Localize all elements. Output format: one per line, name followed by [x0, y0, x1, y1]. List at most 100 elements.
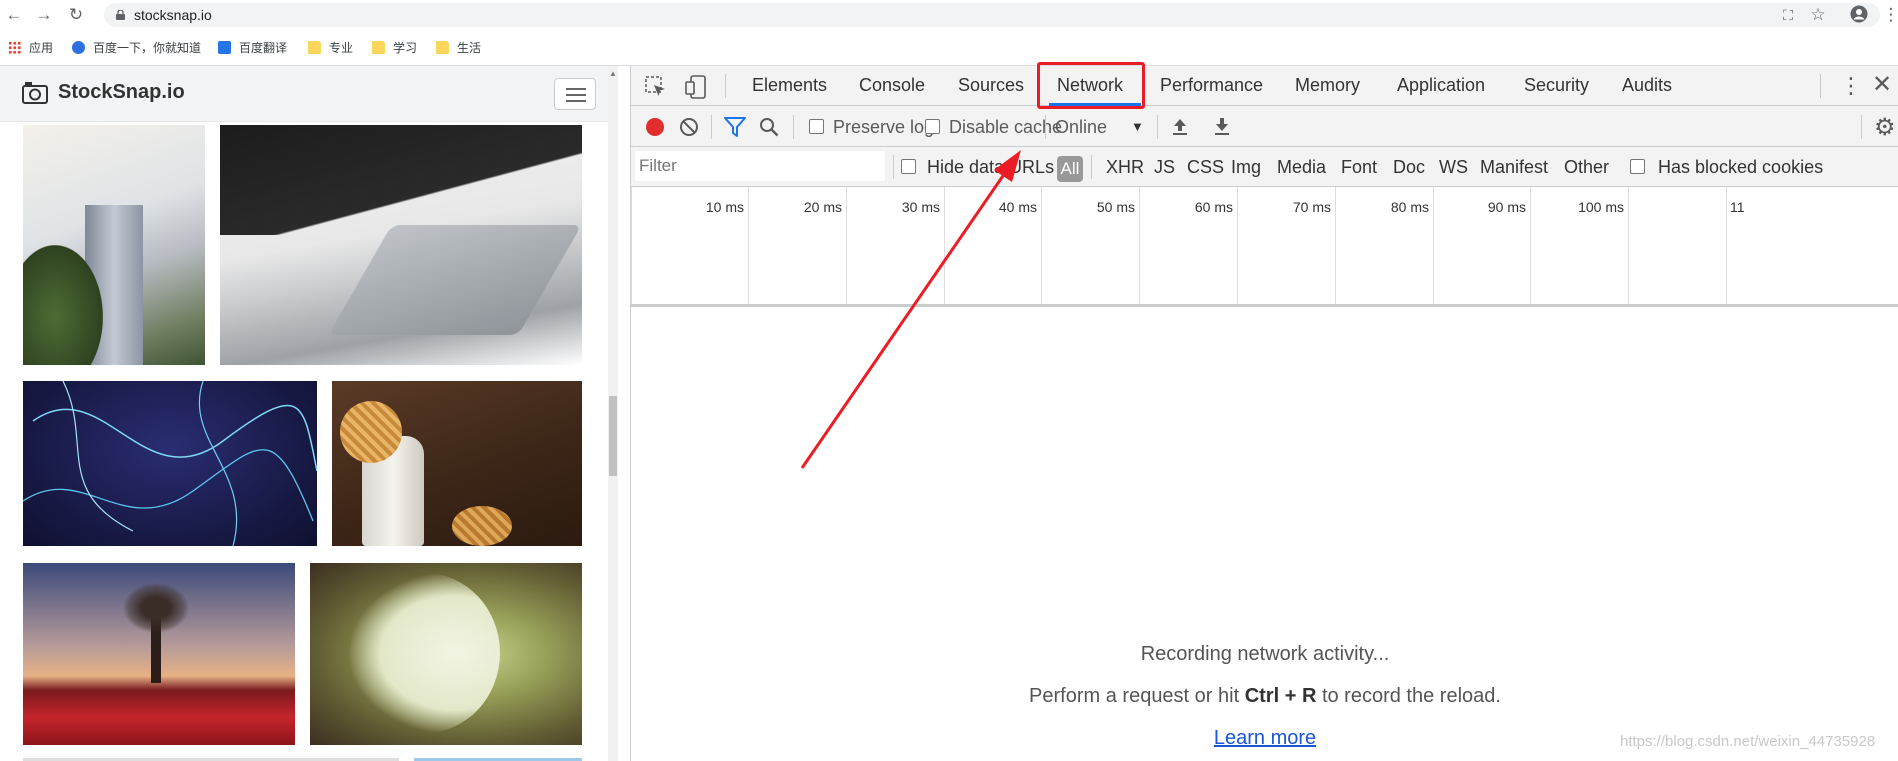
clear-icon[interactable]: [679, 117, 699, 137]
record-icon[interactable]: [646, 118, 664, 136]
tab-sources[interactable]: Sources: [958, 75, 1024, 96]
bookmark-baidu[interactable]: 百度一下，你就知道: [72, 39, 201, 57]
address-bar[interactable]: stocksnap.io: [104, 3, 1880, 27]
network-overview-timeline[interactable]: 10 ms 20 ms 30 ms 40 ms 50 ms 60 ms 70 ms 80 ms…: [631, 187, 1898, 307]
timeline-tick-label: 20 ms: [803, 199, 842, 215]
camera-icon: [22, 82, 48, 104]
close-devtools-icon[interactable]: ✕: [1872, 70, 1892, 99]
preserve-log-checkbox[interactable]: [809, 119, 824, 134]
tab-application[interactable]: Application: [1397, 75, 1485, 96]
empty-state-title: Recording network activity...: [1140, 643, 1390, 665]
filter-input[interactable]: [635, 151, 885, 181]
filter-type-manifest[interactable]: Manifest: [1480, 157, 1548, 178]
search-icon[interactable]: [759, 117, 779, 137]
hide-data-urls-label: Hide data URLs: [927, 157, 1055, 177]
tab-console[interactable]: Console: [859, 75, 925, 96]
throttle-select[interactable]: Online: [1055, 117, 1107, 138]
network-filter-bar: Hide data URLs All XHR JS CSS Img Media …: [631, 147, 1898, 187]
timeline-gridline: [1139, 187, 1140, 304]
devtools-panel: Elements Console Sources Network Perform…: [630, 66, 1898, 761]
photo-light-trails[interactable]: [23, 381, 317, 546]
devtools-splitter[interactable]: [618, 66, 630, 761]
translate-icon: [218, 41, 231, 54]
folder-icon: [436, 41, 449, 54]
empty-state-hint: Perform a request or hit Ctrl + R to rec…: [1029, 685, 1501, 707]
has-blocked-cookies-checkbox[interactable]: [1630, 159, 1645, 174]
website-viewport: StockSnap.io ▲: [0, 66, 618, 761]
bookmark-folder-shenghuo[interactable]: 生活: [436, 39, 481, 57]
filter-type-xhr[interactable]: XHR: [1106, 157, 1144, 178]
filter-type-media[interactable]: Media: [1277, 157, 1326, 178]
photo-tree-tulips[interactable]: [23, 563, 295, 745]
timeline-gridline: [631, 187, 632, 304]
hide-data-urls-checkbox[interactable]: [901, 159, 916, 174]
learn-more-link[interactable]: Learn more: [1214, 727, 1316, 749]
tab-security[interactable]: Security: [1524, 75, 1589, 96]
timeline-gridline: [1335, 187, 1336, 304]
site-scroll-thumb[interactable]: [609, 396, 617, 476]
timeline-gridline: [846, 187, 847, 304]
timeline-gridline: [748, 187, 749, 304]
timeline-tick-label: 40 ms: [998, 199, 1037, 215]
timeline-tick-label: 50 ms: [1096, 199, 1135, 215]
bookmark-apps[interactable]: 应用: [8, 39, 53, 57]
filter-type-other[interactable]: Other: [1564, 157, 1609, 178]
preserve-log-label: Preserve log: [833, 117, 935, 137]
browser-toolbar: ← → ↻ stocksnap.io ⛶ ☆ ⋮: [0, 0, 1898, 30]
bookmarks-bar: 应用 百度一下，你就知道 百度翻译 专业 学习 生活: [0, 30, 1898, 66]
timeline-tick-label: 100 ms: [1578, 199, 1624, 215]
tab-network[interactable]: Network: [1057, 75, 1123, 96]
filter-type-img[interactable]: Img: [1231, 157, 1261, 178]
tab-elements[interactable]: Elements: [752, 75, 827, 96]
filter-type-all[interactable]: All: [1057, 156, 1083, 182]
timeline-tick-label: 10 ms: [705, 199, 744, 215]
export-har-icon[interactable]: [1213, 116, 1231, 136]
apps-icon: [8, 41, 21, 54]
filter-type-ws[interactable]: WS: [1439, 157, 1468, 178]
network-toolbar: Preserve log Disable cache Online ▼ ⚙: [631, 106, 1898, 147]
timeline-tick-label: 30 ms: [901, 199, 940, 215]
translate-page-icon[interactable]: ⛶: [1778, 5, 1798, 25]
tab-performance[interactable]: Performance: [1160, 75, 1263, 96]
site-scrollbar[interactable]: ▲: [608, 66, 618, 761]
bookmark-star-icon[interactable]: ☆: [1808, 5, 1828, 25]
filter-type-js[interactable]: JS: [1154, 157, 1175, 178]
reload-icon[interactable]: ↻: [66, 5, 86, 25]
filter-type-css[interactable]: CSS: [1187, 157, 1224, 178]
forward-arrow-icon[interactable]: →: [34, 5, 54, 25]
photo-building[interactable]: [23, 125, 205, 365]
lock-icon: [116, 10, 125, 20]
browser-menu-icon[interactable]: ⋮: [1881, 5, 1898, 25]
disable-cache-checkbox[interactable]: [925, 119, 940, 134]
bookmark-folder-zhuanye[interactable]: 专业: [308, 39, 353, 57]
back-arrow-icon[interactable]: ←: [4, 5, 24, 25]
device-toolbar-icon[interactable]: [685, 75, 707, 99]
filter-type-doc[interactable]: Doc: [1393, 157, 1425, 178]
network-settings-gear-icon[interactable]: ⚙: [1874, 113, 1896, 142]
bookmark-translate[interactable]: 百度翻译: [218, 39, 287, 57]
timeline-tick-label: 90 ms: [1487, 199, 1526, 215]
photo-flower[interactable]: [310, 563, 582, 745]
site-logo[interactable]: StockSnap.io: [58, 81, 185, 104]
menu-toggle-button[interactable]: [554, 78, 596, 110]
devtools-more-icon[interactable]: ⋮: [1840, 73, 1862, 99]
folder-icon: [372, 41, 385, 54]
tab-memory[interactable]: Memory: [1295, 75, 1360, 96]
photo-waffle-milk[interactable]: [332, 381, 582, 546]
filter-icon[interactable]: [724, 117, 746, 137]
devtools-tab-bar: Elements Console Sources Network Perform…: [631, 66, 1898, 106]
profile-avatar-icon[interactable]: [1849, 5, 1869, 25]
photo-laptop[interactable]: [220, 125, 582, 365]
timeline-tick-label: 11: [1730, 199, 1745, 215]
import-har-icon[interactable]: [1171, 116, 1189, 136]
has-blocked-cookies-label: Has blocked cookies: [1658, 157, 1824, 177]
bookmark-folder-xuexi[interactable]: 学习: [372, 39, 417, 57]
site-header: StockSnap.io: [0, 66, 608, 122]
inspect-element-icon[interactable]: [645, 76, 667, 98]
network-empty-state: Recording network activity... Perform a …: [631, 310, 1898, 761]
timeline-gridline: [944, 187, 945, 304]
baidu-icon: [72, 41, 85, 54]
tab-audits[interactable]: Audits: [1622, 75, 1672, 96]
filter-type-font[interactable]: Font: [1341, 157, 1377, 178]
timeline-gridline: [1433, 187, 1434, 304]
